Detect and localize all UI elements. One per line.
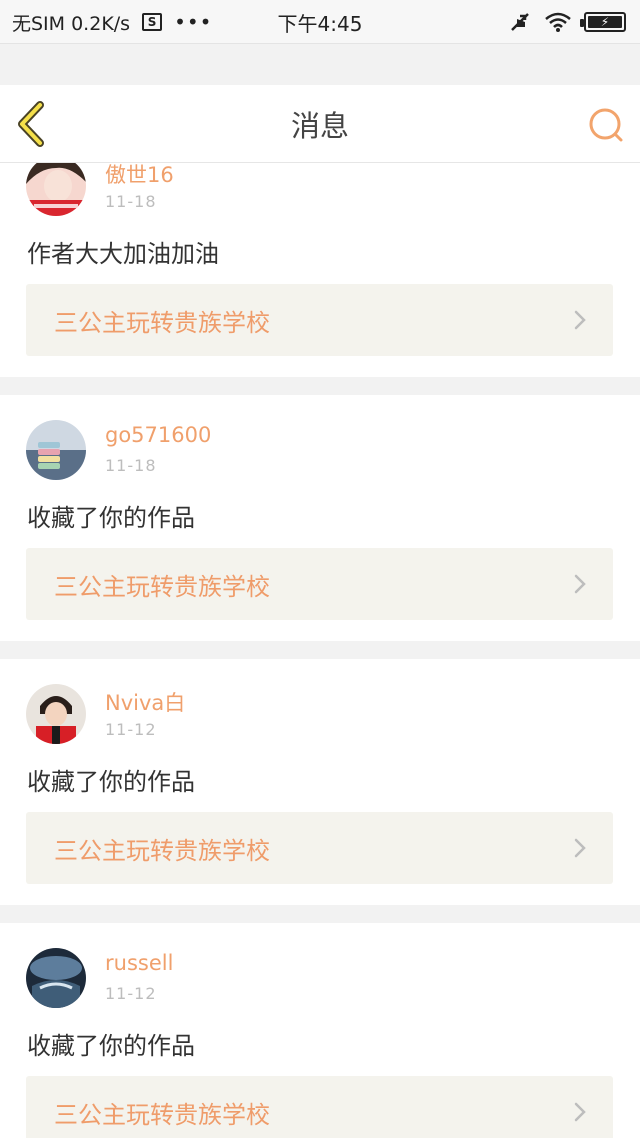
username[interactable]: Nviva白	[105, 687, 185, 717]
message-date: 11-18	[105, 456, 157, 475]
work-link[interactable]: 三公主玩转贵族学校	[26, 284, 613, 356]
work-title: 三公主玩转贵族学校	[54, 308, 270, 337]
back-button[interactable]	[14, 101, 54, 147]
message-date: 11-12	[105, 720, 157, 739]
message-card: go571600 11-18 收藏了你的作品 三公主玩转贵族学校	[0, 395, 640, 641]
message-text: 收藏了你的作品	[27, 768, 195, 796]
chevron-right-icon	[574, 838, 586, 858]
work-link[interactable]: 三公主玩转贵族学校	[26, 548, 613, 620]
work-title: 三公主玩转贵族学校	[54, 572, 270, 601]
message-text: 作者大大加油加油	[27, 240, 219, 268]
avatar[interactable]	[26, 420, 86, 480]
search-icon	[589, 108, 623, 142]
work-title: 三公主玩转贵族学校	[54, 1100, 270, 1129]
status-bar: 无SIM 0.2K/s S ••• 下午4:45 ⚡	[0, 0, 640, 44]
work-title: 三公主玩转贵族学校	[54, 836, 270, 865]
status-right: ⚡	[508, 0, 626, 44]
chevron-right-icon	[574, 1102, 586, 1122]
page-title: 消息	[290, 109, 349, 143]
avatar[interactable]	[26, 163, 86, 216]
carrier-speed-text: 无SIM 0.2K/s	[12, 12, 131, 35]
user-avatar-image	[26, 684, 86, 744]
message-card: russell 11-12 收藏了你的作品 三公主玩转贵族学校	[0, 923, 640, 1138]
avatar[interactable]	[26, 684, 86, 744]
status-left: 无SIM 0.2K/s S •••	[12, 0, 212, 44]
user-avatar-image	[26, 420, 86, 480]
user-avatar-image	[26, 948, 86, 1008]
nav-header: 消息	[0, 85, 640, 163]
username[interactable]: 傲世16	[105, 163, 174, 189]
username[interactable]: russell	[105, 951, 173, 975]
avatar[interactable]	[26, 948, 86, 1008]
message-list: 傲世16 11-18 作者大大加油加油 三公主玩转贵族学校 go571600 1…	[0, 163, 640, 1138]
wifi-icon	[545, 12, 571, 32]
work-link[interactable]: 三公主玩转贵族学校	[26, 1076, 613, 1138]
screen: 无SIM 0.2K/s S ••• 下午4:45 ⚡ 消息 傲世16 11-18…	[0, 0, 640, 1138]
username[interactable]: go571600	[105, 423, 211, 447]
search-button[interactable]	[586, 105, 626, 145]
message-feed[interactable]: 傲世16 11-18 作者大大加油加油 三公主玩转贵族学校 go571600 1…	[0, 163, 640, 1138]
chevron-right-icon	[574, 574, 586, 594]
user-avatar-image	[26, 163, 86, 216]
sim-notification-icon: S	[142, 13, 163, 31]
message-date: 11-18	[105, 192, 157, 211]
back-chevron-icon	[18, 101, 44, 147]
message-card: Nviva白 11-12 收藏了你的作品 三公主玩转贵族学校	[0, 659, 640, 905]
message-text: 收藏了你的作品	[27, 1032, 195, 1060]
more-notifications-icon: •••	[174, 10, 213, 34]
work-link[interactable]: 三公主玩转贵族学校	[26, 812, 613, 884]
message-text: 收藏了你的作品	[27, 504, 195, 532]
battery-charging-icon: ⚡	[580, 12, 626, 32]
message-date: 11-12	[105, 984, 157, 1003]
silent-mode-icon	[511, 13, 529, 31]
chevron-right-icon	[574, 310, 586, 330]
message-card: 傲世16 11-18 作者大大加油加油 三公主玩转贵族学校	[0, 163, 640, 377]
